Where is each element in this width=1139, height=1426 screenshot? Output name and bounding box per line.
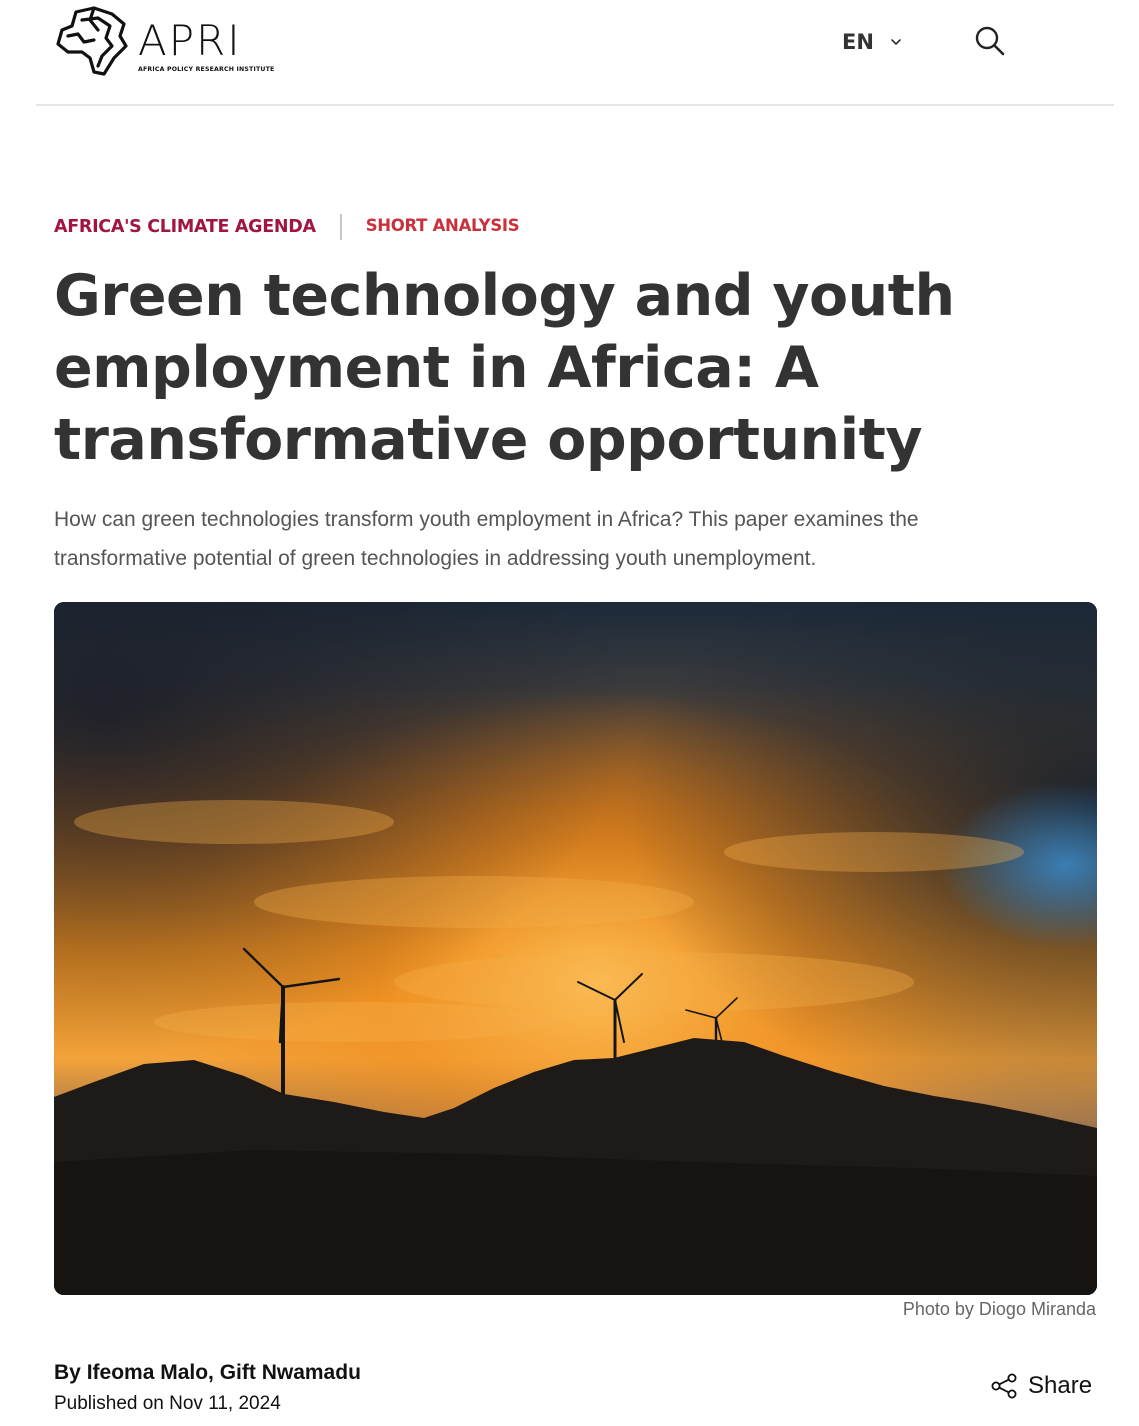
photo-credit: Photo by Diogo Miranda	[902, 1299, 1096, 1319]
share-icon	[991, 1373, 1017, 1399]
category-divider	[339, 214, 342, 240]
hero-image	[54, 602, 1097, 1295]
site-header: APRI AFRICA POLICY RESEARCH INSTITUTE EN	[36, 0, 1114, 106]
language-label: EN	[842, 30, 874, 54]
share-label: Share	[1028, 1372, 1093, 1399]
language-selector[interactable]: EN	[842, 28, 902, 56]
article-type-label: SHORT ANALYSIS	[365, 215, 520, 235]
article-taxonomy: AFRICA'S CLIMATE AGENDA SHORT ANALYSIS	[54, 212, 520, 242]
share-button[interactable]: Share	[990, 1370, 1092, 1402]
author-separator: ,	[208, 1361, 220, 1384]
article-title: Green technology and youth employment in…	[54, 263, 955, 473]
chevron-down-icon	[891, 39, 901, 45]
search-icon	[975, 26, 1005, 56]
africa-outline-logo-icon	[56, 6, 128, 76]
author-link[interactable]: Gift Nwamadu	[220, 1361, 361, 1384]
hero-photo-wind-turbines-sunset	[54, 602, 1097, 1295]
article-lead: How can green technologies transform you…	[54, 508, 919, 570]
article-byline: By Ifeoma Malo, Gift Nwamadu	[54, 1361, 361, 1385]
publish-date: Published on Nov 11, 2024	[54, 1393, 281, 1414]
category-link[interactable]: AFRICA'S CLIMATE AGENDA	[54, 217, 316, 237]
search-button[interactable]	[974, 25, 1006, 57]
logo-subtitle: AFRICA POLICY RESEARCH INSTITUTE	[138, 66, 275, 73]
logo-wordmark: APRI	[138, 16, 242, 65]
author-link[interactable]: Ifeoma Malo	[87, 1361, 208, 1384]
site-logo[interactable]: APRI AFRICA POLICY RESEARCH INSTITUTE	[54, 6, 274, 78]
byline-prefix: By	[54, 1361, 87, 1384]
